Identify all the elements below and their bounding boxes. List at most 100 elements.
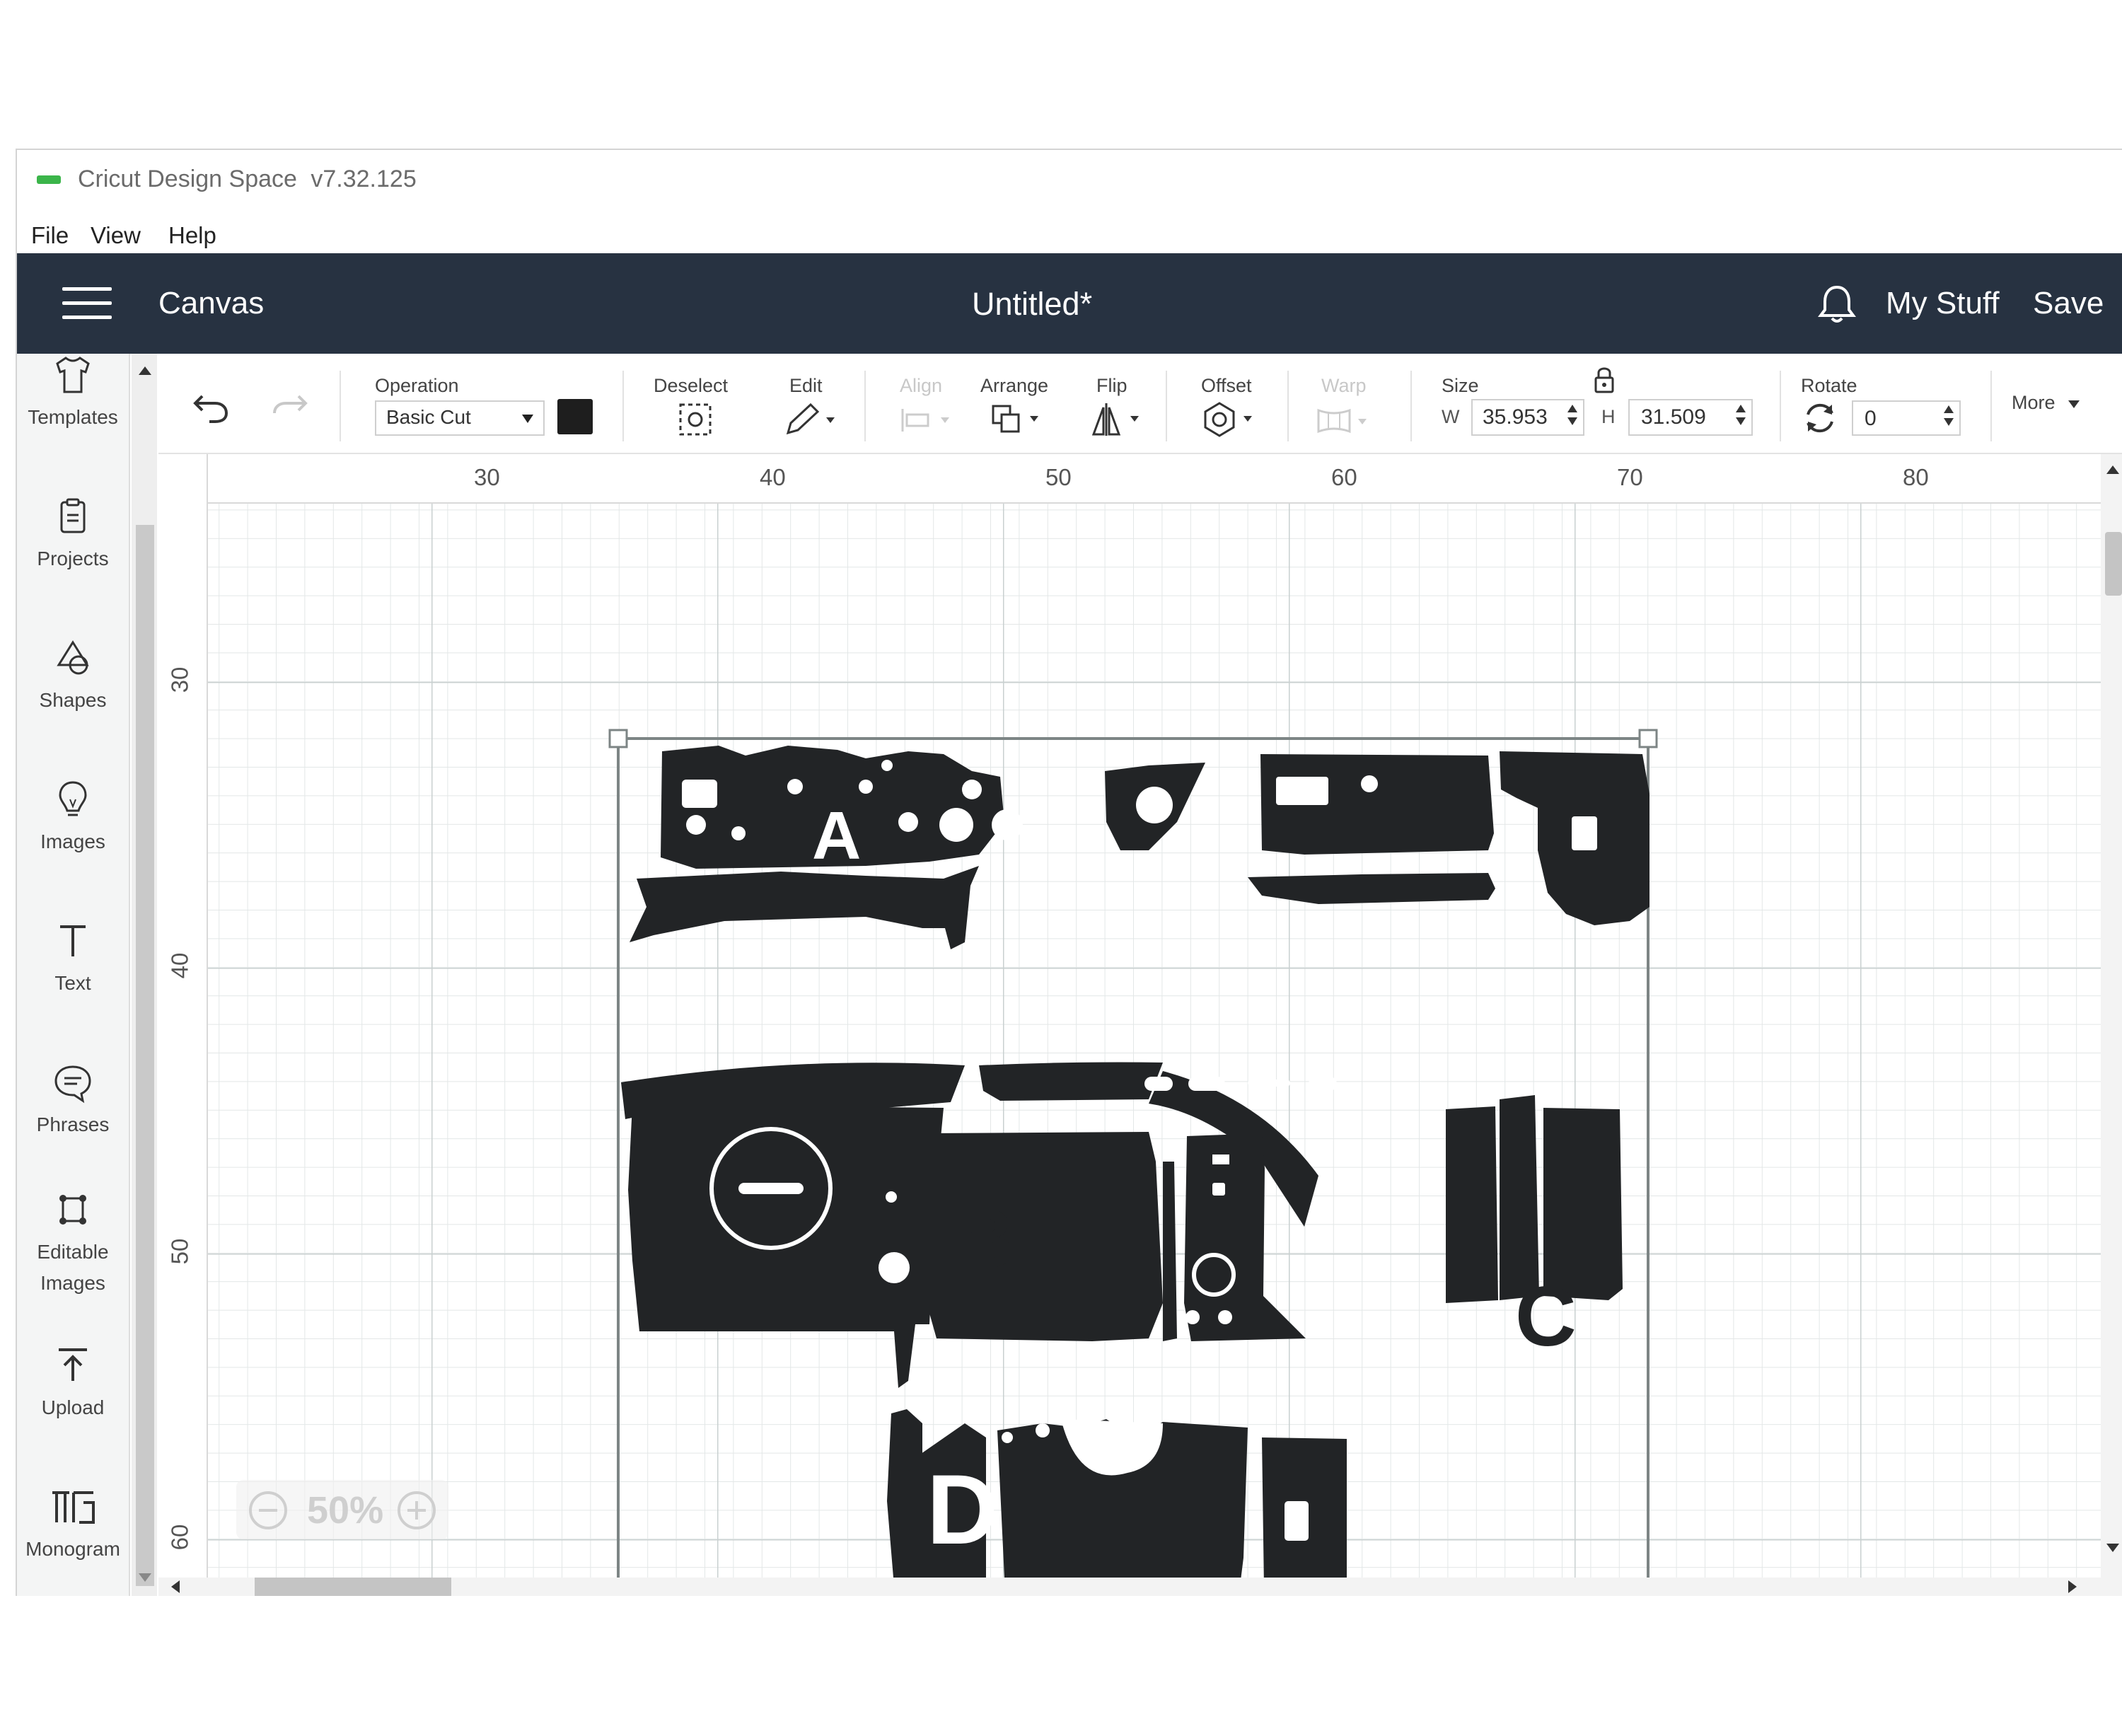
notification-bell-icon[interactable] [1814, 282, 1860, 328]
zoom-in-icon[interactable] [396, 1490, 437, 1531]
rotate-value: 0 [1865, 407, 1877, 430]
ruler-tick-label: 30 [166, 666, 193, 693]
group-label-a: A [812, 798, 861, 874]
app-header: Canvas Untitled* My Stuff Save [17, 253, 2122, 354]
vertical-scrollbar[interactable] [2101, 454, 2122, 1578]
vertical-ruler: 30 40 50 60 [158, 454, 208, 1578]
sidebar-item-label: Shapes [39, 689, 107, 711]
offset-icon[interactable] [1201, 400, 1265, 439]
toolbar-separator [1780, 371, 1781, 441]
rotate-icon[interactable] [1801, 399, 1839, 437]
horizontal-scrollbar[interactable] [158, 1578, 2122, 1596]
scroll-right-icon[interactable] [2068, 1580, 2077, 1593]
toolbar-separator [1287, 371, 1289, 441]
ruler-tick-label: 50 [1045, 464, 1072, 490]
operation-value: Basic Cut [386, 406, 471, 428]
design-canvas[interactable]: B C A D [158, 454, 2101, 1578]
arrange-icon[interactable] [990, 402, 1054, 437]
horizontal-scroll-thumb[interactable] [255, 1578, 451, 1596]
window-title: Cricut Design Space v7.32.125 [78, 166, 417, 193]
hamburger-menu-icon[interactable] [62, 287, 112, 320]
sidebar-item-images[interactable]: Images [17, 778, 129, 857]
toolbar-separator [622, 371, 624, 441]
height-input[interactable]: 31.509 [1628, 399, 1753, 436]
sidebar-item-projects[interactable]: Projects [17, 495, 129, 574]
sidebar-item-phrases[interactable]: Phrases [17, 1061, 129, 1140]
rotate-label: Rotate [1801, 375, 1857, 396]
left-sidebar: Templates Projects Shapes Images Text Ph… [17, 354, 130, 1596]
sidebar-item-monogram[interactable]: Monogram [17, 1486, 129, 1565]
sidebar-item-label: Images [40, 831, 105, 852]
document-title[interactable]: Untitled* [972, 286, 1092, 323]
flip-icon[interactable] [1089, 400, 1153, 439]
deselect-icon[interactable] [676, 402, 714, 437]
color-swatch[interactable] [557, 399, 593, 434]
scroll-up-icon[interactable] [2106, 465, 2119, 474]
sidebar-item-shapes[interactable]: Shapes [17, 637, 129, 716]
operation-select[interactable]: Basic Cut [375, 400, 545, 436]
scroll-down-icon[interactable] [2106, 1544, 2119, 1552]
warp-icon[interactable] [1314, 405, 1378, 436]
monogram-icon [52, 1491, 95, 1524]
decrement-icon[interactable] [1567, 417, 1577, 425]
menu-help[interactable]: Help [168, 222, 216, 249]
menu-bar: File View Help [17, 215, 2122, 259]
sidebar-item-label: Text [54, 972, 91, 994]
ruler-tick-label: 60 [1331, 464, 1357, 490]
align-icon[interactable] [900, 405, 956, 436]
text-icon [60, 925, 86, 956]
menu-file[interactable]: File [31, 222, 69, 249]
increment-icon[interactable] [1944, 405, 1954, 413]
more-button[interactable]: More [2012, 392, 2080, 414]
sidebar-item-templates[interactable]: Templates [17, 354, 129, 433]
size-label: Size [1442, 375, 1479, 396]
zoom-level: 50% [307, 1489, 384, 1532]
decrement-icon[interactable] [1944, 418, 1954, 426]
width-value: 35.953 [1483, 405, 1548, 429]
save-button[interactable]: Save [2033, 286, 2104, 321]
lightbulb-icon [59, 781, 87, 816]
offset-label: Offset [1201, 375, 1252, 396]
section-title: Canvas [158, 286, 265, 320]
sidebar-item-label: Templates [28, 406, 118, 428]
chevron-down-icon [522, 415, 533, 423]
cricut-logo-icon [37, 175, 61, 184]
sidebar-scroll-up-icon[interactable] [139, 366, 151, 375]
my-stuff-button[interactable]: My Stuff [1886, 286, 2000, 321]
toolbar-separator [1990, 371, 1992, 441]
tshirt-icon [56, 357, 90, 393]
sidebar-item-editable-images[interactable]: Editable Images [17, 1188, 129, 1299]
undo-icon[interactable] [190, 385, 232, 427]
sidebar-item-text[interactable]: Text [17, 920, 129, 999]
edit-pencil-icon[interactable] [782, 402, 839, 437]
sidebar-item-label: Editable Images [37, 1241, 109, 1294]
scroll-left-icon[interactable] [171, 1580, 180, 1593]
toolbar-separator [864, 371, 866, 441]
upload-icon [59, 1348, 87, 1381]
width-input[interactable]: 35.953 [1471, 399, 1584, 436]
app-version: v7.32.125 [311, 166, 417, 192]
vertical-scroll-thumb[interactable] [2105, 532, 2122, 596]
increment-icon[interactable] [1736, 405, 1746, 412]
menu-view[interactable]: View [91, 222, 141, 249]
toolbar-separator [1166, 371, 1167, 441]
shapes-icon [57, 640, 89, 675]
group-label-b: B [953, 1191, 1015, 1286]
ruler-tick-label: 80 [1903, 464, 1929, 490]
sidebar-item-label: Upload [41, 1396, 105, 1418]
horizontal-ruler: 30 40 50 60 70 80 [158, 454, 2101, 504]
rotate-input[interactable]: 0 [1852, 400, 1961, 436]
app-window: Cricut Design Space v7.32.125 File View … [16, 149, 2122, 1596]
width-label: W [1442, 406, 1460, 427]
lock-icon[interactable] [1589, 364, 1620, 395]
chevron-down-icon [2068, 400, 2080, 408]
zoom-out-icon[interactable] [248, 1490, 289, 1531]
ruler-tick-label: 60 [166, 1524, 193, 1551]
redo-icon[interactable] [269, 385, 311, 427]
arrange-label: Arrange [980, 375, 1049, 396]
sidebar-scroll-thumb[interactable] [136, 525, 154, 1586]
sidebar-item-upload[interactable]: Upload [17, 1344, 129, 1423]
increment-icon[interactable] [1567, 405, 1577, 412]
sidebar-scroll-down-icon[interactable] [139, 1573, 151, 1582]
decrement-icon[interactable] [1736, 417, 1746, 425]
